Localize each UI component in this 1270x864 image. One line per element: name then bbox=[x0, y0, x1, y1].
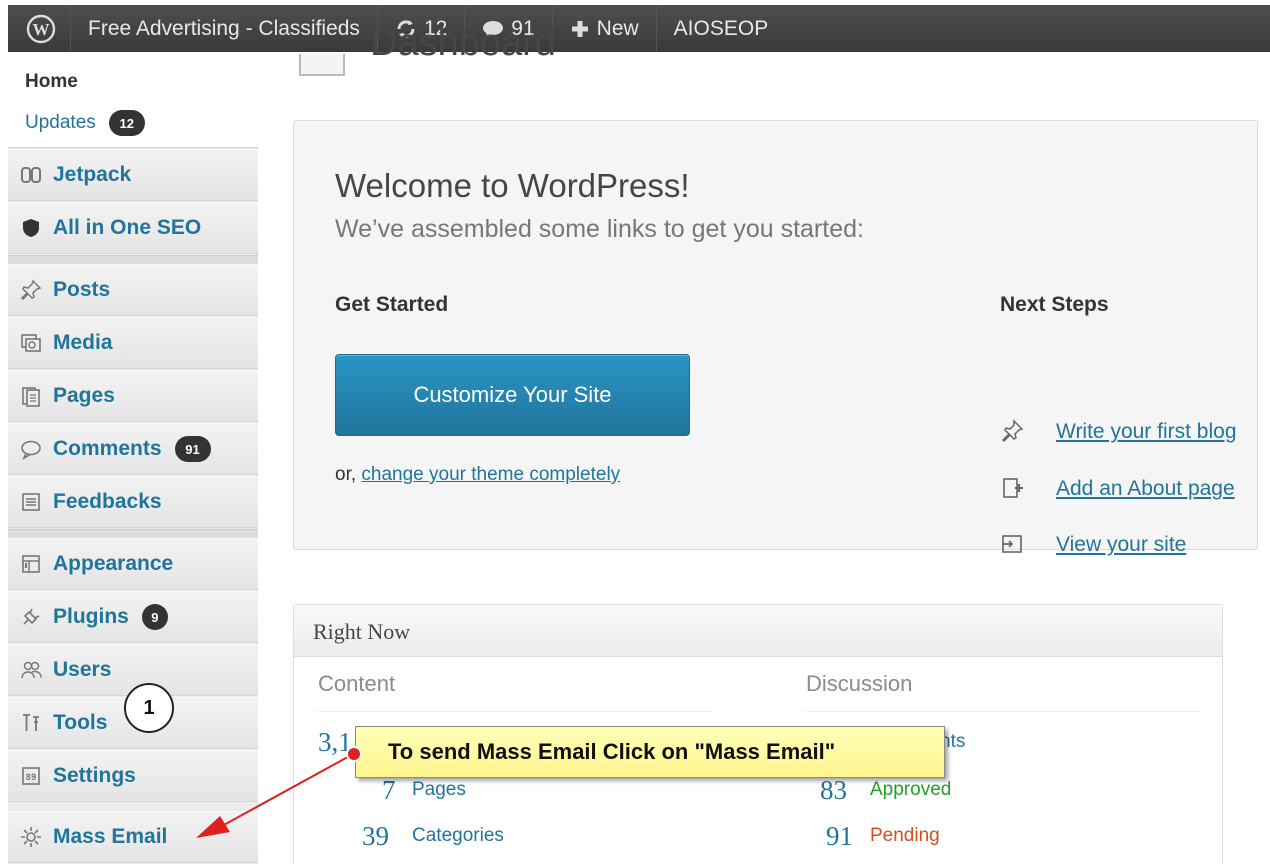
sidebar-label: Appearance bbox=[53, 552, 174, 575]
add-page-icon bbox=[1000, 476, 1026, 502]
admin-sidebar: Home Updates 12 Jetpack All in One SEO P… bbox=[8, 52, 258, 864]
gear-icon bbox=[19, 825, 43, 849]
comment-icon bbox=[19, 437, 43, 461]
change-theme-link[interactable]: change your theme completely bbox=[361, 464, 620, 485]
screen: W Free Advertising - Classifieds 12 91 N… bbox=[0, 0, 1270, 864]
pages-label[interactable]: Pages bbox=[412, 779, 466, 801]
wordpress-logo-icon[interactable]: W bbox=[8, 5, 71, 52]
instruction-callout: To send Mass Email Click on "Mass Email" bbox=[355, 726, 945, 778]
updates-badge: 12 bbox=[108, 110, 145, 136]
callout-text: To send Mass Email Click on "Mass Email" bbox=[388, 739, 836, 764]
shield-icon bbox=[19, 216, 43, 240]
sidebar-label: Jetpack bbox=[53, 163, 132, 186]
site-name-link[interactable]: Free Advertising - Classifieds bbox=[71, 5, 378, 52]
sidebar-item-all-in-one-seo[interactable]: All in One SEO bbox=[8, 202, 258, 254]
plus-icon bbox=[570, 19, 590, 39]
sidebar-item-feedbacks[interactable]: Feedbacks bbox=[8, 476, 258, 528]
next-step-about-page[interactable]: Add an About page bbox=[1000, 476, 1235, 502]
or-prefix: or, bbox=[335, 464, 357, 485]
categories-count[interactable]: 39 bbox=[362, 821, 389, 852]
media-icon bbox=[19, 331, 43, 355]
sidebar-label: Plugins bbox=[53, 605, 129, 628]
page-title: Dashboard bbox=[370, 22, 556, 64]
change-theme-line: or, change your theme completely bbox=[335, 464, 620, 486]
sidebar-label: Media bbox=[53, 331, 113, 354]
plugins-badge: 9 bbox=[141, 604, 168, 630]
content-column-heading: Content bbox=[318, 671, 396, 696]
sidebar-label: Tools bbox=[53, 711, 108, 734]
sidebar-item-mass-email[interactable]: Mass Email bbox=[8, 811, 258, 863]
step-number-badge: 1 bbox=[124, 683, 174, 733]
appearance-icon bbox=[19, 552, 43, 576]
sidebar-label: Posts bbox=[53, 278, 111, 301]
sidebar-item-appearance[interactable]: Appearance bbox=[8, 538, 258, 590]
categories-label[interactable]: Categories bbox=[412, 825, 504, 847]
site-name: Free Advertising - Classifieds bbox=[88, 16, 360, 40]
admin-bar: W Free Advertising - Classifieds 12 91 N… bbox=[8, 5, 1270, 52]
new-content-link[interactable]: New bbox=[553, 5, 657, 52]
tools-icon bbox=[19, 711, 43, 735]
users-icon bbox=[19, 658, 43, 682]
next-step-view-site[interactable]: View your site bbox=[1000, 532, 1186, 558]
new-label: New bbox=[596, 16, 639, 40]
svg-text:89: 89 bbox=[26, 773, 37, 783]
pending-label[interactable]: Pending bbox=[870, 825, 940, 847]
svg-text:W: W bbox=[33, 20, 50, 39]
approved-label[interactable]: Approved bbox=[870, 779, 951, 801]
customize-site-button[interactable]: Customize Your Site bbox=[335, 354, 690, 436]
pages-icon bbox=[19, 384, 43, 408]
sidebar-item-settings[interactable]: 89 Settings bbox=[8, 750, 258, 802]
sidebar-item-media[interactable]: Media bbox=[8, 317, 258, 369]
sidebar-label: Mass Email bbox=[53, 825, 168, 848]
comments-badge: 91 bbox=[174, 436, 211, 462]
pages-count[interactable]: 7 bbox=[382, 775, 396, 806]
sidebar-item-home[interactable]: Home bbox=[25, 71, 78, 93]
pin-icon bbox=[19, 278, 43, 302]
sidebar-label: Pages bbox=[53, 384, 115, 407]
updates-label: Updates bbox=[25, 112, 96, 133]
next-step-write-post[interactable]: Write your first blog bbox=[1000, 419, 1237, 445]
sidebar-label: Feedbacks bbox=[53, 490, 162, 513]
sidebar-label: Users bbox=[53, 658, 112, 681]
sidebar-label: Settings bbox=[53, 764, 136, 787]
content-divider bbox=[318, 711, 712, 712]
view-site-icon bbox=[1000, 532, 1026, 558]
sidebar-label: Comments bbox=[53, 437, 162, 460]
sidebar-item-plugins[interactable]: Plugins 9 bbox=[8, 591, 258, 643]
discussion-divider bbox=[806, 711, 1200, 712]
sidebar-item-pages[interactable]: Pages bbox=[8, 370, 258, 422]
dashboard-icon bbox=[299, 54, 345, 76]
about-page-link: Add an About page bbox=[1056, 477, 1235, 500]
discussion-column-heading: Discussion bbox=[806, 671, 913, 696]
dashboard-submenu: Home Updates 12 bbox=[8, 52, 258, 148]
settings-icon: 89 bbox=[19, 764, 43, 788]
plugin-icon bbox=[19, 605, 43, 629]
aioseop-link[interactable]: AIOSEOP bbox=[657, 5, 786, 52]
sidebar-label: All in One SEO bbox=[53, 216, 202, 239]
approved-count[interactable]: 83 bbox=[820, 775, 847, 806]
welcome-title: Welcome to WordPress! bbox=[335, 167, 690, 204]
write-icon bbox=[1000, 419, 1026, 445]
jetpack-icon bbox=[19, 163, 43, 187]
welcome-panel: Welcome to WordPress! We’ve assembled so… bbox=[293, 120, 1258, 556]
feedback-icon bbox=[19, 490, 43, 514]
view-site-link: View your site bbox=[1056, 533, 1187, 556]
sidebar-item-jetpack[interactable]: Jetpack bbox=[8, 149, 258, 201]
welcome-subtitle: We’ve assembled some links to get you st… bbox=[335, 215, 864, 243]
callout-dot-icon bbox=[346, 746, 362, 762]
sidebar-item-updates[interactable]: Updates 12 bbox=[25, 110, 145, 136]
next-steps-heading: Next Steps bbox=[1000, 293, 1109, 316]
right-now-title[interactable]: Right Now bbox=[294, 605, 1222, 657]
write-post-link: Write your first blog bbox=[1056, 420, 1237, 443]
aioseop-label: AIOSEOP bbox=[673, 16, 769, 40]
pending-count[interactable]: 91 bbox=[826, 821, 853, 852]
get-started-heading: Get Started bbox=[335, 293, 449, 316]
sidebar-item-comments[interactable]: Comments 91 bbox=[8, 423, 258, 475]
sidebar-item-posts[interactable]: Posts bbox=[8, 264, 258, 316]
